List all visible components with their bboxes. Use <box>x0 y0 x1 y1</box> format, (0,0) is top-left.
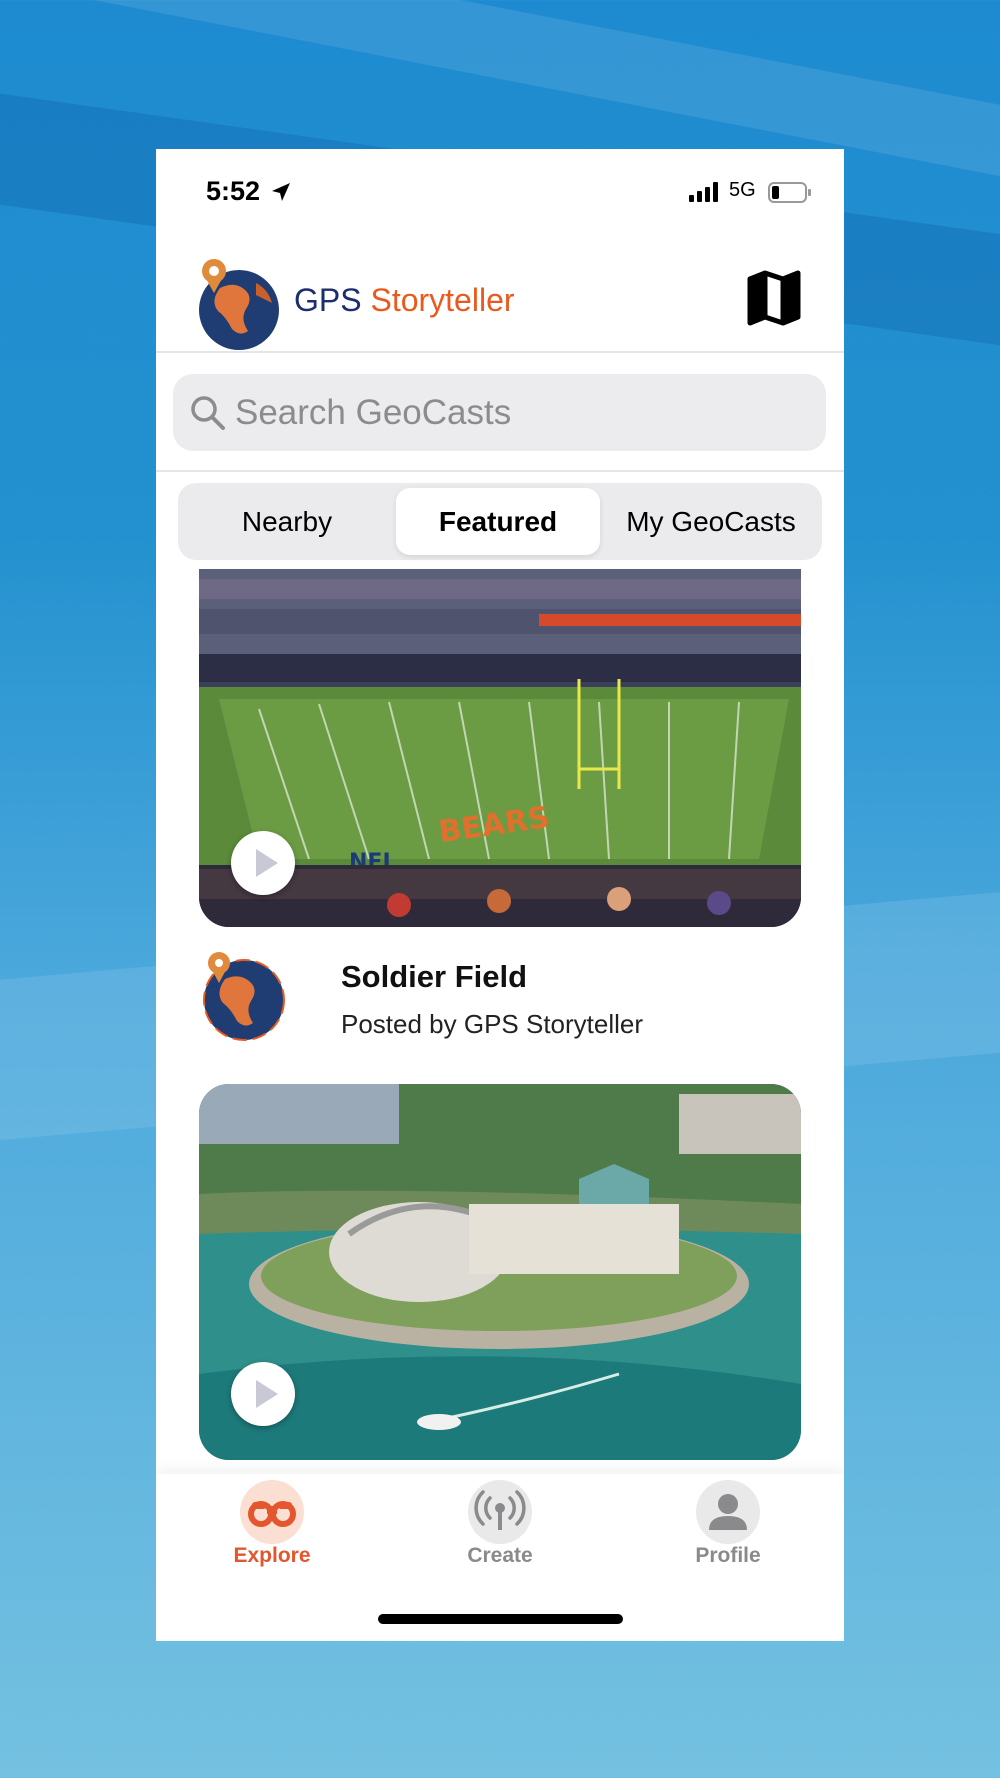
play-button[interactable] <box>231 1362 295 1426</box>
search-icon <box>191 396 225 430</box>
author-avatar <box>203 952 285 1041</box>
tab-profile[interactable]: Profile <box>648 1474 808 1584</box>
geocast-image-soldier-field[interactable]: BEARS NFL <box>199 569 801 927</box>
app-header: GPS Storyteller <box>156 239 844 353</box>
tab-profile-label: Profile <box>695 1544 761 1567</box>
binoculars-icon <box>240 1480 304 1544</box>
tab-nearby[interactable]: Nearby <box>183 488 391 555</box>
segmented-control: Nearby Featured My GeoCasts <box>178 483 822 560</box>
person-icon <box>696 1480 760 1544</box>
status-bar: 5:52 5G <box>156 149 844 239</box>
post-author: Posted by GPS Storyteller <box>341 1009 644 1039</box>
home-indicator[interactable] <box>378 1614 623 1624</box>
geocast-image-aquarium[interactable] <box>199 1084 801 1460</box>
tab-featured[interactable]: Featured <box>396 488 600 555</box>
battery-icon <box>768 182 811 203</box>
signal-icon <box>689 182 718 202</box>
broadcast-icon <box>468 1480 532 1544</box>
app-title-storyteller: Storyteller <box>370 282 515 318</box>
app-logo <box>199 259 279 350</box>
network-label: 5G <box>729 179 756 201</box>
phone-screen: 5:52 5G GPS Storyteller Search GeoCasts … <box>156 149 844 1641</box>
post-title[interactable]: Soldier Field <box>341 959 527 995</box>
app-title-gps: GPS <box>294 282 362 318</box>
location-arrow-icon <box>272 183 290 201</box>
map-icon[interactable] <box>746 269 802 327</box>
status-time: 5:52 <box>206 176 261 206</box>
tab-my-geocasts[interactable]: My GeoCasts <box>605 488 817 555</box>
search-input[interactable] <box>235 374 795 451</box>
tab-explore-label: Explore <box>233 1544 311 1567</box>
app-title: GPS Storyteller <box>294 282 515 319</box>
tab-create[interactable]: Create <box>420 1474 580 1584</box>
divider <box>156 470 844 472</box>
tab-create-label: Create <box>467 1544 533 1567</box>
tab-explore[interactable]: Explore <box>192 1474 352 1584</box>
search-bar[interactable] <box>173 374 826 451</box>
play-button[interactable] <box>231 831 295 895</box>
